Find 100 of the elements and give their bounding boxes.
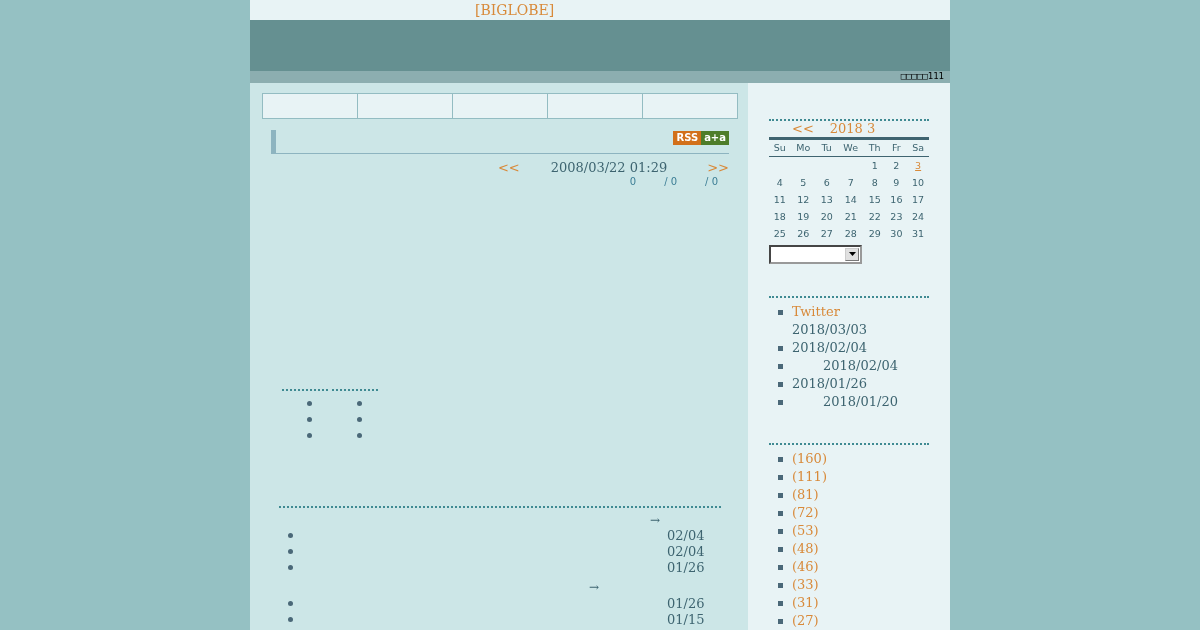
bullet-icon <box>288 549 293 555</box>
calendar-title: 2018 3 <box>829 121 876 137</box>
count-text: / 0 <box>664 176 678 187</box>
bullet-icon <box>778 310 783 315</box>
calendar-day: 16 <box>890 194 903 205</box>
bullet-icon <box>778 511 783 516</box>
category-count[interactable]: (160) <box>792 450 827 468</box>
calendar-prev-link[interactable]: << <box>792 121 814 137</box>
post-date: 01/26 <box>667 596 705 612</box>
nav-tab[interactable] <box>642 94 737 118</box>
category-count[interactable]: (81) <box>792 486 819 504</box>
bullet-icon <box>307 401 312 407</box>
calendar-day: 30 <box>890 228 903 239</box>
bullet-icon <box>778 565 783 570</box>
prev-link[interactable]: << <box>497 160 520 175</box>
arrow-link[interactable]: → <box>589 580 600 594</box>
weekday-label: Tu <box>815 140 838 157</box>
count-text: 0 <box>629 176 637 187</box>
calendar-day: 25 <box>773 228 786 239</box>
category-count[interactable]: (53) <box>792 522 819 540</box>
calendar-day: 6 <box>823 177 830 188</box>
weekday-label: We <box>837 140 864 157</box>
calendar-day: 23 <box>890 211 903 222</box>
calendar-day: 11 <box>773 194 786 205</box>
bullet-icon <box>307 417 312 423</box>
post-date: 02/04 <box>667 544 705 560</box>
calendar-day: 20 <box>820 211 833 222</box>
nav-tab[interactable] <box>547 94 642 118</box>
bullet-icon <box>778 457 783 462</box>
archive-link[interactable]: Twitter <box>792 303 867 321</box>
visit-counter: □□□□□111 <box>900 72 944 82</box>
calendar-day: 29 <box>868 228 881 239</box>
weekday-label: Fr <box>885 140 908 157</box>
bullet-icon <box>778 400 783 405</box>
bullet-icon <box>357 401 362 407</box>
bullet-icon <box>778 619 783 624</box>
category-count[interactable]: (72) <box>792 504 819 522</box>
category-count[interactable]: (48) <box>792 540 819 558</box>
bullet-icon <box>778 547 783 552</box>
nav-tab[interactable] <box>357 94 452 118</box>
calendar-day: 7 <box>847 177 854 188</box>
arrow-link[interactable]: → <box>650 513 661 527</box>
calendar-day: 17 <box>912 194 925 205</box>
calendar-day: 21 <box>844 211 857 222</box>
bullet-icon <box>357 417 362 423</box>
post-date: 01/26 <box>667 560 705 576</box>
calendar-day: 13 <box>820 194 833 205</box>
bullet-icon <box>778 493 783 498</box>
calendar-day: 1 <box>871 160 878 171</box>
bullet-icon <box>357 433 362 439</box>
bullet-icon <box>288 565 293 571</box>
archive-date: 2018/01/26 <box>792 375 867 393</box>
nav-tab[interactable] <box>452 94 547 118</box>
calendar-day: 28 <box>844 228 857 239</box>
category-count[interactable]: (33) <box>792 576 819 594</box>
caret-icon <box>848 252 856 257</box>
calendar-day: 12 <box>797 194 810 205</box>
calendar-day-link[interactable]: 3 <box>915 160 922 171</box>
weekday-label: Th <box>863 140 886 157</box>
calendar-day: 22 <box>868 211 881 222</box>
archive-date: 2018/02/04 <box>792 339 867 357</box>
calendar-day: 4 <box>776 177 783 188</box>
archive-date: 2018/02/04 <box>823 357 898 375</box>
weekday-label: Sa <box>907 140 929 157</box>
calendar-day: 14 <box>844 194 857 205</box>
bullet-icon <box>778 583 783 588</box>
calendar-day: 5 <box>800 177 807 188</box>
calendar-day: 8 <box>871 177 878 188</box>
calendar-day: 18 <box>773 211 786 222</box>
calendar-day: 19 <box>797 211 810 222</box>
weekday-label: Mo <box>790 140 816 157</box>
month-select[interactable] <box>769 245 862 264</box>
nav-tab[interactable] <box>263 94 357 118</box>
bullet-icon <box>778 475 783 480</box>
bullet-icon <box>288 617 293 623</box>
calendar-day: 31 <box>912 228 925 239</box>
bullet-icon <box>778 601 783 606</box>
bullet-icon <box>288 601 293 607</box>
calendar-day: 24 <box>912 211 925 222</box>
bullet-icon <box>307 433 312 439</box>
post-date: 02/04 <box>667 528 705 544</box>
bullet-icon <box>778 364 783 369</box>
calendar-day: 9 <box>893 177 900 188</box>
calendar-day: 2 <box>893 160 900 171</box>
category-count[interactable]: (31) <box>792 594 819 612</box>
category-count[interactable]: (46) <box>792 558 819 576</box>
next-link[interactable]: >> <box>707 160 729 175</box>
calendar-day: 15 <box>868 194 881 205</box>
archive-date: 2018/03/03 <box>792 321 867 339</box>
entry-date: 2008/03/22 01:29 <box>550 160 668 175</box>
weekday-label: Su <box>769 140 791 157</box>
bullet-icon <box>778 382 783 387</box>
count-text: / 0 <box>705 176 718 187</box>
category-count[interactable]: (111) <box>792 468 827 486</box>
bullet-icon <box>288 533 293 539</box>
calendar-day: 27 <box>820 228 833 239</box>
site-link[interactable]: [BIGLOBE] <box>475 2 555 19</box>
calendar-day: 10 <box>912 177 925 188</box>
bullet-icon <box>778 529 783 534</box>
category-count[interactable]: (27) <box>792 612 819 630</box>
